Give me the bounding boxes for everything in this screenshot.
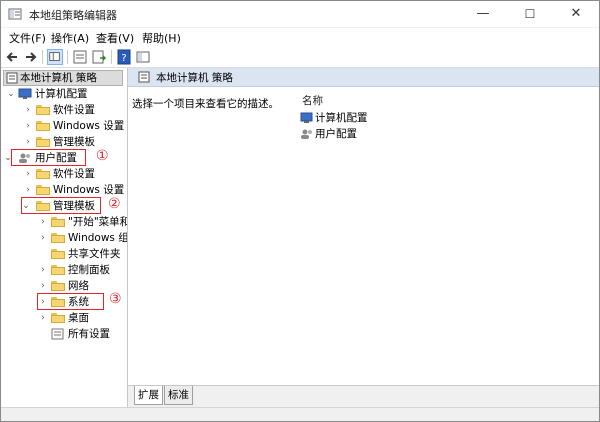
tree-item-computer-config[interactable]: ⌄ 计算机配置 [1, 86, 127, 102]
chevron-right-icon[interactable]: › [23, 118, 33, 134]
computer-icon [300, 112, 313, 123]
chevron-right-icon[interactable]: › [23, 166, 33, 182]
tree-item-cc-software[interactable]: › 软件设置 [1, 102, 127, 118]
highlight-box-user-config [11, 149, 86, 166]
policy-root-icon [138, 71, 150, 83]
description-text: 选择一个项目来查看它的描述。 [132, 98, 279, 110]
filter-view-icon[interactable] [135, 49, 151, 65]
title-bar: 本地组策略编辑器 — ☐ ✕ [1, 1, 599, 27]
folder-icon [51, 265, 65, 275]
tree-item-all-settings[interactable]: 所有设置 [1, 326, 127, 342]
folder-icon [36, 105, 50, 115]
tree-label: 共享文件夹 [68, 248, 121, 260]
folder-icon [51, 281, 65, 291]
folder-icon [51, 313, 65, 323]
tree-label: Windows 设置 [53, 120, 125, 132]
highlight-box-admin-templates [21, 197, 101, 214]
menu-bar: 文件(F) 操作(A) 查看(V) 帮助(H) [1, 28, 599, 47]
annotation-marker-2: ② [108, 196, 121, 212]
minimize-button[interactable]: — [460, 1, 506, 27]
folder-icon [51, 249, 65, 259]
tree-item-start-menu[interactable]: › "开始"菜单和 [1, 214, 127, 230]
tree-item-windows-components[interactable]: › Windows 组 [1, 230, 127, 246]
menu-view[interactable]: 查看(V) [96, 30, 134, 46]
tree-label: 所有设置 [68, 328, 110, 340]
close-button[interactable]: ✕ [553, 1, 599, 27]
menu-help[interactable]: 帮助(H) [142, 30, 181, 46]
chevron-right-icon[interactable]: › [38, 214, 48, 230]
tree-item-uc-software[interactable]: › 软件设置 [1, 166, 127, 182]
tree-item-shared-folders[interactable]: 共享文件夹 [1, 246, 127, 262]
highlight-box-system [37, 293, 104, 310]
computer-icon [18, 88, 32, 99]
view-tabs: 扩展 标准 [128, 385, 599, 408]
show-hide-tree-icon[interactable] [47, 49, 63, 65]
menu-file[interactable]: 文件(F) [9, 30, 46, 46]
annotation-marker-1: ① [96, 148, 109, 164]
chevron-right-icon[interactable]: › [23, 182, 33, 198]
help-icon[interactable]: ? [116, 49, 132, 65]
chevron-down-icon[interactable]: ⌄ [6, 86, 16, 102]
svg-text:?: ? [121, 53, 126, 64]
policy-root-icon [6, 72, 18, 84]
tree-label: 管理模板 [53, 136, 95, 148]
users-icon [301, 129, 312, 139]
menu-action[interactable]: 操作(A) [51, 30, 89, 46]
tree-label: 软件设置 [53, 104, 95, 116]
chevron-right-icon[interactable]: › [23, 102, 33, 118]
details-title: 本地计算机 策略 [156, 72, 233, 84]
tree-label: 软件设置 [53, 168, 95, 180]
tree-item-control-panel[interactable]: › 控制面板 [1, 262, 127, 278]
chevron-right-icon[interactable]: › [38, 230, 48, 246]
tree-root-label: 本地计算机 策略 [20, 72, 97, 84]
tab-standard[interactable]: 标准 [164, 386, 193, 405]
folder-icon [51, 233, 65, 243]
app-window: 本地组策略编辑器 — ☐ ✕ 文件(F) 操作(A) 查看(V) 帮助(H) ?… [0, 0, 600, 422]
folder-icon [36, 185, 50, 195]
back-arrow-icon[interactable] [5, 49, 21, 65]
list-item-label: 用户配置 [315, 128, 357, 140]
tree-item-desktop[interactable]: › 桌面 [1, 310, 127, 326]
export-list-icon[interactable] [91, 49, 107, 65]
column-header-name[interactable]: 名称 [302, 93, 323, 108]
tree-label: 计算机配置 [35, 88, 88, 100]
chevron-right-icon[interactable]: › [38, 278, 48, 294]
list-item-label: 计算机配置 [315, 112, 368, 124]
annotation-marker-3: ③ [109, 291, 122, 307]
forward-arrow-icon[interactable] [22, 49, 38, 65]
chevron-right-icon[interactable]: › [23, 134, 33, 150]
details-header: 本地计算机 策略 [128, 68, 599, 87]
all-settings-icon [51, 328, 64, 340]
tree-label: 网络 [68, 280, 89, 292]
tab-extended[interactable]: 扩展 [134, 386, 163, 405]
folder-icon [51, 217, 65, 227]
folder-icon [36, 137, 50, 147]
toolbar: ? [1, 47, 599, 68]
group-policy-app-icon [8, 8, 22, 20]
chevron-right-icon[interactable]: › [38, 310, 48, 326]
properties-list-icon[interactable] [72, 49, 88, 65]
maximize-button[interactable]: ☐ [507, 1, 553, 27]
tree-item-cc-windows[interactable]: › Windows 设置 [1, 118, 127, 134]
status-bar [1, 407, 599, 421]
details-pane: 本地计算机 策略 选择一个项目来查看它的描述。 名称 计算机配置 用户配置 [128, 68, 599, 385]
tree-label: "开始"菜单和 [68, 216, 128, 228]
folder-icon [36, 121, 50, 131]
folder-icon [36, 169, 50, 179]
tree-pane: 本地计算机 策略 ⌄ 计算机配置 › 软件设置 › Windows 设置 › 管… [1, 68, 128, 407]
chevron-right-icon[interactable]: › [38, 262, 48, 278]
window-title: 本地组策略编辑器 [29, 9, 117, 22]
tree-label: 桌面 [68, 312, 89, 324]
tree-label: 控制面板 [68, 264, 110, 276]
tree-root-item[interactable]: 本地计算机 策略 [3, 70, 123, 86]
tree-label: Windows 组 [68, 232, 128, 244]
